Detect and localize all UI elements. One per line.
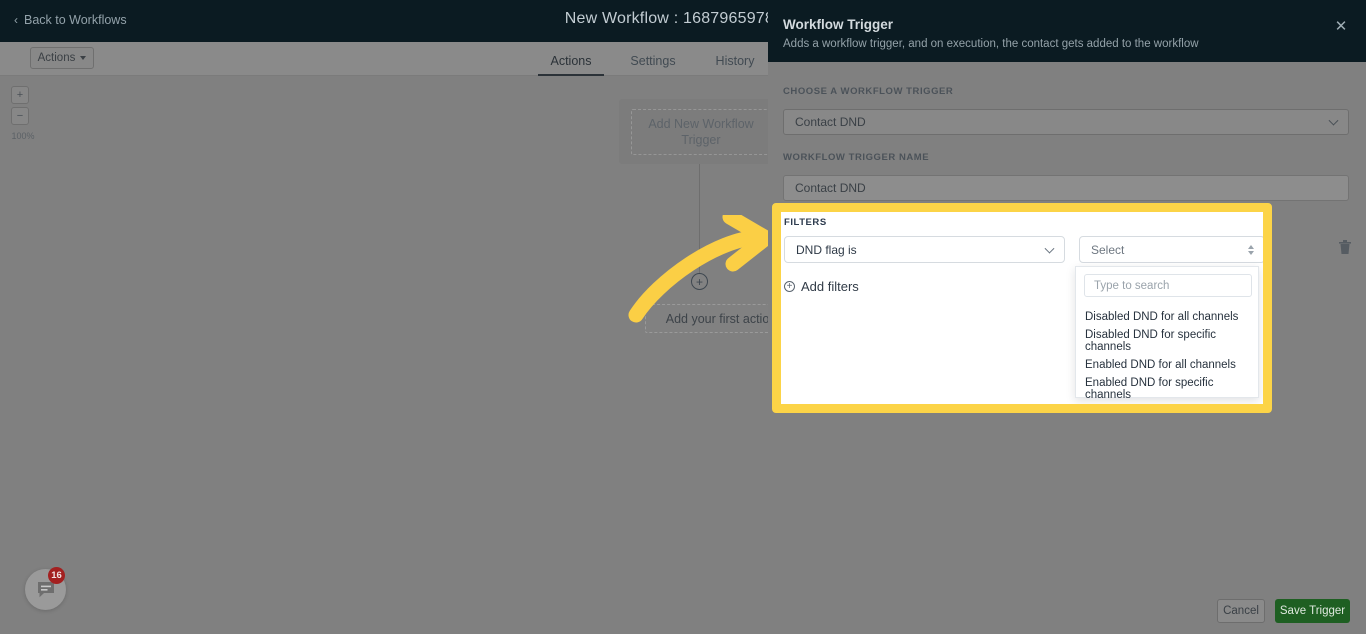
actions-dropdown-label: Actions <box>37 52 76 64</box>
cancel-label: Cancel <box>1223 605 1259 617</box>
zoom-in-button[interactable]: + <box>11 86 29 104</box>
plus-icon: + <box>695 274 703 289</box>
choose-trigger-select[interactable]: Contact DND <box>783 109 1349 135</box>
tab-bar: Actions Settings History <box>530 46 776 76</box>
tab-history-label: History <box>715 54 755 68</box>
zoom-out-label: − <box>16 109 24 122</box>
cancel-button[interactable]: Cancel <box>1217 599 1265 623</box>
panel-footer: Cancel Save Trigger <box>768 588 1366 634</box>
chevron-down-icon <box>1328 115 1339 126</box>
save-trigger-button[interactable]: Save Trigger <box>1275 599 1350 623</box>
trash-icon[interactable] <box>1338 239 1352 255</box>
filters-highlight-frame <box>772 203 1272 413</box>
trigger-name-value: Contact DND <box>795 181 866 195</box>
trigger-name-label: WORKFLOW TRIGGER NAME <box>783 152 930 163</box>
choose-trigger-value: Contact DND <box>795 115 866 129</box>
panel-subtitle: Adds a workflow trigger, and on executio… <box>783 38 1199 50</box>
tab-actions[interactable]: Actions <box>530 46 612 76</box>
panel-header: Workflow Trigger Adds a workflow trigger… <box>768 0 1366 62</box>
trigger-name-input[interactable]: Contact DND <box>783 175 1349 201</box>
add-workflow-trigger-label: Add New Workflow Trigger <box>631 108 771 155</box>
tab-actions-label: Actions <box>550 54 592 68</box>
zoom-level-label: 100% <box>11 131 35 141</box>
choose-trigger-label: CHOOSE A WORKFLOW TRIGGER <box>783 86 954 97</box>
close-icon[interactable]: ✕ <box>1332 17 1350 35</box>
zoom-in-label: + <box>16 88 24 101</box>
actions-dropdown-button[interactable]: Actions <box>30 47 94 69</box>
tab-settings-label: Settings <box>630 54 676 68</box>
save-trigger-label: Save Trigger <box>1279 605 1346 617</box>
chevron-down-icon <box>80 56 87 60</box>
zoom-out-button[interactable]: − <box>11 107 29 125</box>
tab-settings[interactable]: Settings <box>612 46 694 76</box>
tab-history[interactable]: History <box>694 46 776 76</box>
screen: ‹ Back to Workflows New Workflow : 16879… <box>0 0 1366 634</box>
add-node-button[interactable]: + <box>691 273 708 290</box>
zoom-controls: + − 100% <box>11 86 35 141</box>
add-workflow-trigger-node[interactable]: Add New Workflow Trigger <box>619 99 783 164</box>
node-connector <box>699 164 700 274</box>
panel-title: Workflow Trigger <box>783 17 894 32</box>
add-first-action-label: Add your first action <box>665 311 777 326</box>
chat-unread-badge: 16 <box>48 567 65 584</box>
